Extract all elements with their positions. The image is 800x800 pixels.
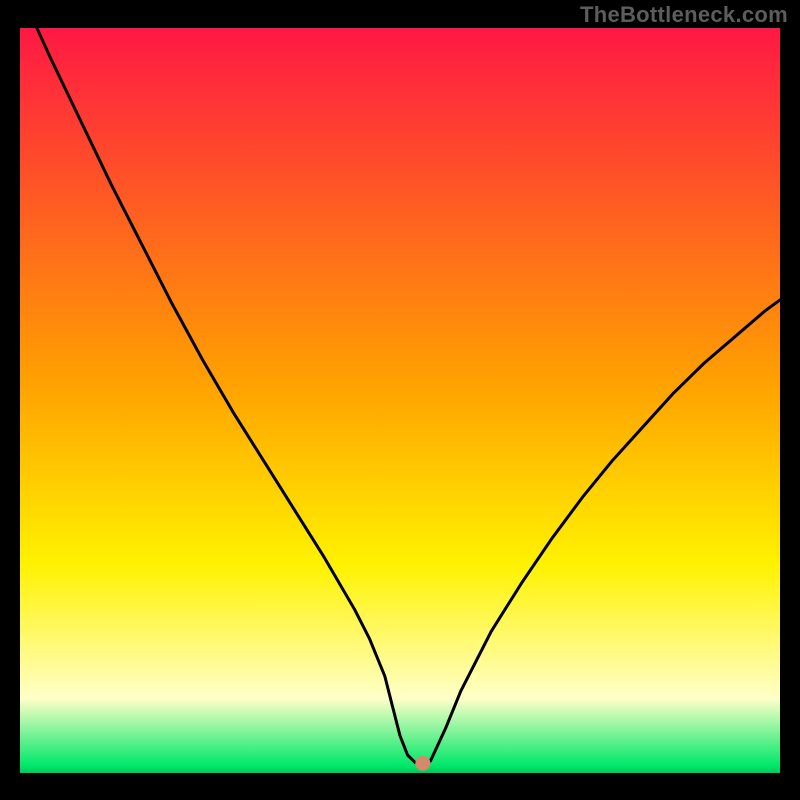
chart-container: TheBottleneck.com: [0, 0, 800, 800]
bottleneck-chart: [20, 28, 780, 773]
plot-area: [20, 28, 780, 773]
watermark-text: TheBottleneck.com: [580, 2, 788, 28]
optimal-point-marker: [416, 756, 430, 770]
